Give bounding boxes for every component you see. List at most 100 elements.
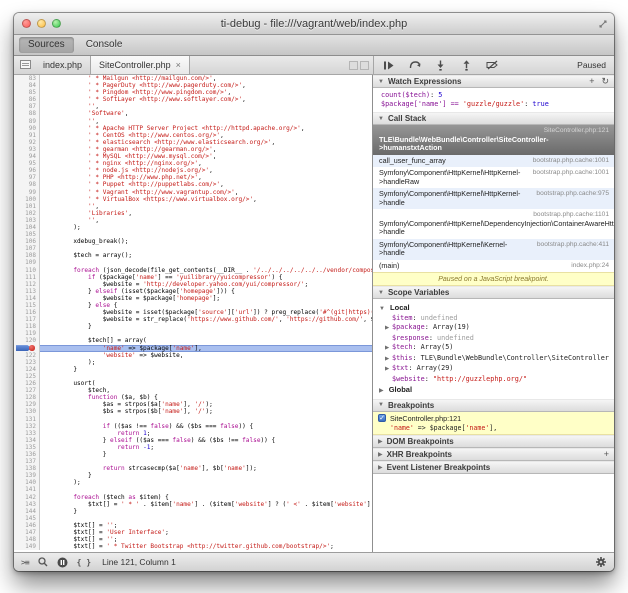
line-number-gutter[interactable]: 85 — [14, 89, 40, 96]
line-number-gutter[interactable]: 123 — [14, 359, 40, 366]
call-stack-frame[interactable]: bootstrap.php.cache:1001Symfony\Componen… — [373, 167, 614, 188]
line-number-gutter[interactable]: 98 — [14, 181, 40, 188]
call-stack-frame[interactable]: index.php:24(main) — [373, 260, 614, 273]
line-number-gutter[interactable]: 109 — [14, 259, 40, 266]
line-number-gutter[interactable]: 142 — [14, 494, 40, 501]
line-number-gutter[interactable]: 148 — [14, 536, 40, 543]
add-watch-button[interactable]: + — [589, 76, 594, 87]
line-number-gutter[interactable]: 127 — [14, 387, 40, 394]
file-tab-sitecontroller[interactable]: SiteController.php × — [90, 56, 190, 74]
event-listener-breakpoints-header[interactable]: ▶ Event Listener Breakpoints — [373, 461, 614, 474]
call-stack-frame[interactable]: bootstrap.php.cache:1001call_user_func_a… — [373, 155, 614, 168]
line-number-gutter[interactable]: 118 — [14, 323, 40, 330]
line-number-gutter[interactable]: 94 — [14, 153, 40, 160]
line-number-gutter[interactable]: 124 — [14, 366, 40, 373]
line-number-gutter[interactable]: 113 — [14, 288, 40, 295]
line-number-gutter[interactable]: 92 — [14, 139, 40, 146]
line-number-gutter[interactable]: 138 — [14, 465, 40, 472]
line-number-gutter[interactable]: 129 — [14, 401, 40, 408]
watch-expressions-header[interactable]: ▼ Watch Expressions + ↻ — [373, 75, 614, 88]
step-into-icon[interactable] — [434, 59, 447, 71]
xhr-breakpoints-header[interactable]: ▶ XHR Breakpoints + — [373, 448, 614, 461]
disclosure-triangle-icon[interactable]: ▶ — [385, 344, 392, 353]
line-number-gutter[interactable]: 134 — [14, 437, 40, 444]
tab-console[interactable]: Console — [77, 37, 132, 53]
line-number-gutter[interactable]: 132 — [14, 423, 40, 430]
disclosure-triangle-icon[interactable]: ▶ — [385, 355, 392, 364]
scope-variable[interactable]: $item: undefined — [373, 313, 614, 323]
line-number-gutter[interactable]: 149 — [14, 543, 40, 550]
line-number-gutter[interactable]: 145 — [14, 515, 40, 522]
line-number-gutter[interactable]: 105 — [14, 231, 40, 238]
step-over-icon[interactable] — [408, 59, 421, 71]
line-number-gutter[interactable]: 84 — [14, 82, 40, 89]
line-number-gutter[interactable]: 137 — [14, 458, 40, 465]
line-number-gutter[interactable]: 128 — [14, 394, 40, 401]
line-number-gutter[interactable]: 96 — [14, 167, 40, 174]
search-icon[interactable] — [38, 557, 48, 567]
call-stack-frame[interactable]: bootstrap.php.cache:975Symfony\Component… — [373, 188, 614, 209]
gear-icon[interactable] — [595, 556, 607, 568]
close-tab-icon[interactable]: × — [176, 60, 181, 70]
scope-group-local[interactable]: ▼ Local — [373, 301, 614, 313]
line-number-gutter[interactable]: 111 — [14, 274, 40, 281]
line-number-gutter[interactable]: 87 — [14, 103, 40, 110]
line-number-gutter[interactable]: 131 — [14, 416, 40, 423]
pretty-print-icon[interactable]: { } — [77, 558, 91, 567]
line-number-gutter[interactable]: 143 — [14, 501, 40, 508]
watch-expression[interactable]: count($tech): 5 — [381, 91, 612, 100]
scope-variable[interactable]: ▶$this: TLE\Bundle\WebBundle\Controller\… — [373, 353, 614, 364]
call-stack-frame[interactable]: bootstrap.php.cache:411Symfony\Component… — [373, 239, 614, 260]
refresh-watch-icon[interactable]: ↻ — [601, 76, 609, 87]
tab-scroll-left-icon[interactable] — [349, 61, 358, 70]
line-number-gutter[interactable]: 101 — [14, 203, 40, 210]
breakpoint-entry[interactable]: ✓SiteController.php:121'name' => $packag… — [373, 412, 614, 435]
call-stack-frame[interactable]: bootstrap.php.cache:1101Symfony\Componen… — [373, 209, 614, 239]
breakpoints-header[interactable]: ▼ Breakpoints — [373, 399, 614, 412]
line-number-gutter[interactable]: 147 — [14, 529, 40, 536]
line-number-gutter[interactable]: 95 — [14, 160, 40, 167]
line-number-gutter[interactable]: 125 — [14, 373, 40, 380]
toggle-console-icon[interactable]: >≡ — [21, 558, 29, 567]
scope-variable[interactable]: $website: "http://guzzlephp.org/" — [373, 374, 614, 384]
line-number-gutter[interactable]: 103 — [14, 217, 40, 224]
line-number-gutter[interactable]: 112 — [14, 281, 40, 288]
breakpoint-checkbox[interactable]: ✓ — [378, 414, 386, 422]
disclosure-triangle-icon[interactable]: ▶ — [385, 324, 392, 333]
tab-scroll-right-icon[interactable] — [360, 61, 369, 70]
line-number-gutter[interactable]: 93 — [14, 146, 40, 153]
line-number-gutter[interactable]: 136 — [14, 451, 40, 458]
line-number-gutter[interactable]: 91 — [14, 132, 40, 139]
line-number-gutter[interactable]: 88 — [14, 110, 40, 117]
dom-breakpoints-header[interactable]: ▶ DOM Breakpoints — [373, 435, 614, 448]
line-number-gutter[interactable]: 126 — [14, 380, 40, 387]
line-number-gutter[interactable]: 141 — [14, 486, 40, 493]
scope-variable[interactable]: ▶$package: Array(19) — [373, 323, 614, 334]
line-number-gutter[interactable]: 114 — [14, 295, 40, 302]
scope-variable[interactable]: ▶$tech: Array(5) — [373, 343, 614, 354]
line-number-gutter[interactable]: 115 — [14, 302, 40, 309]
scope-group-global[interactable]: ▶ Global — [373, 384, 614, 396]
line-number-gutter[interactable]: 104 — [14, 224, 40, 231]
line-number-gutter[interactable]: 106 — [14, 238, 40, 245]
line-number-gutter[interactable]: 100 — [14, 196, 40, 203]
watch-expression[interactable]: $package['name'] == 'guzzle/guzzle': tru… — [381, 100, 612, 109]
line-number-gutter[interactable]: 117 — [14, 316, 40, 323]
line-number-gutter[interactable]: 90 — [14, 125, 40, 132]
line-number-gutter[interactable]: 130 — [14, 408, 40, 415]
line-number-gutter[interactable]: 97 — [14, 174, 40, 181]
tab-sources[interactable]: Sources — [19, 37, 74, 53]
show-navigator-icon[interactable] — [20, 60, 31, 69]
deactivate-breakpoints-icon[interactable] — [486, 59, 499, 71]
file-tab-index-php[interactable]: index.php — [35, 56, 90, 74]
line-number-gutter[interactable]: 108 — [14, 252, 40, 259]
disclosure-triangle-icon[interactable]: ▶ — [385, 365, 392, 374]
scope-variables-header[interactable]: ▼ Scope Variables — [373, 286, 614, 299]
call-stack-frame[interactable]: SiteController.php:121TLE\Bundle\WebBund… — [373, 125, 614, 155]
line-number-gutter[interactable]: 146 — [14, 522, 40, 529]
line-number-gutter[interactable]: 133 — [14, 430, 40, 437]
line-number-gutter[interactable]: 89 — [14, 118, 40, 125]
line-number-gutter[interactable]: 86 — [14, 96, 40, 103]
scope-variable[interactable]: ▶$txt: Array(29) — [373, 364, 614, 375]
pause-on-exceptions-icon[interactable] — [57, 557, 68, 568]
